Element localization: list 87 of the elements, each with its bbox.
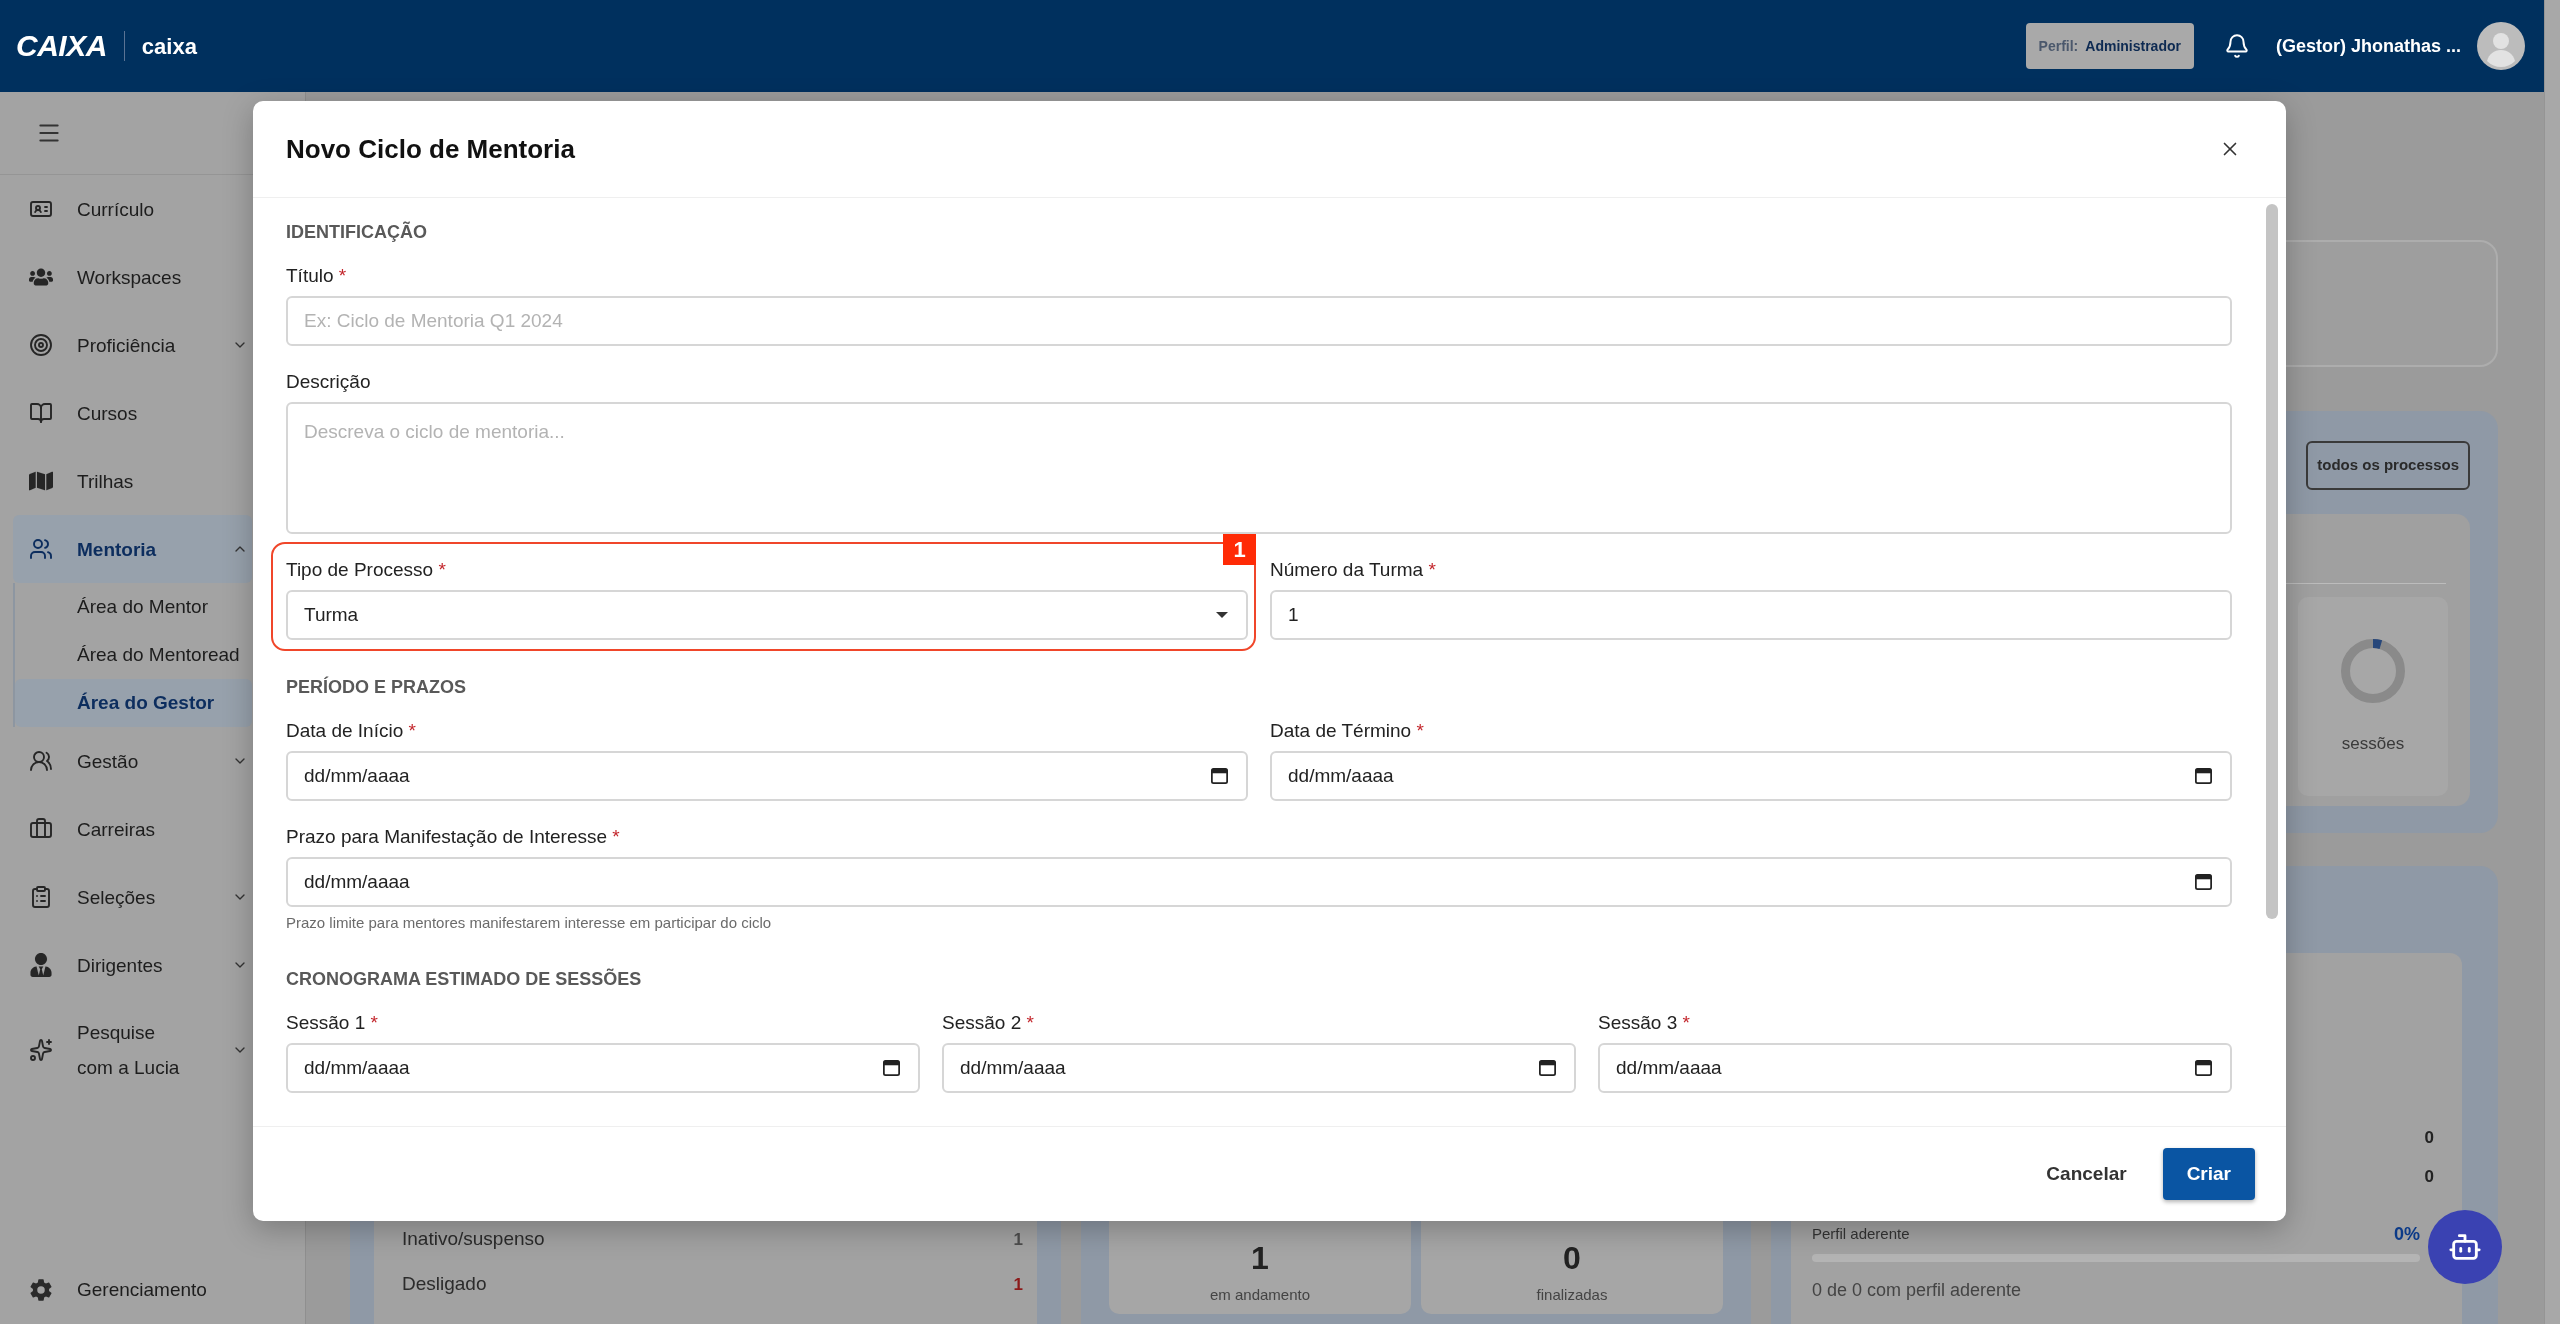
sidebar-item[interactable]: Workspaces xyxy=(13,243,252,311)
cycle-count-label: finalizadas xyxy=(1536,1284,1608,1305)
match-percent: 0% xyxy=(2394,1222,2420,1246)
field-label: Número da Turma * xyxy=(1270,558,1437,582)
users-icon xyxy=(29,537,53,561)
open-book-icon xyxy=(29,401,53,425)
text-area[interactable]: Descreva o ciclo de mentoria... xyxy=(286,402,2232,534)
cancel-button[interactable]: Cancelar xyxy=(2030,1148,2143,1200)
calendar-icon[interactable] xyxy=(2195,768,2212,784)
field-label: Sessão 2 * xyxy=(942,1011,1035,1035)
date-field[interactable]: dd/mm/aaaa xyxy=(1598,1043,2232,1093)
match-label: Perfil aderente xyxy=(1812,1223,1910,1244)
sidebar-item[interactable]: Mentoria xyxy=(13,515,252,583)
date-field[interactable]: dd/mm/aaaa xyxy=(1270,751,2232,801)
field-label: Data de Término * xyxy=(1270,719,1425,743)
annotation-number: 1 xyxy=(1223,534,1256,565)
app-name: caixa xyxy=(141,32,197,61)
match-caption: 0 de 0 com perfil aderente xyxy=(1812,1279,2023,1302)
date-field[interactable]: dd/mm/aaaa xyxy=(286,1043,920,1093)
section-heading: IDENTIFICAÇÃO xyxy=(286,220,428,244)
sidebar-item[interactable]: Pesquise com a Lucia xyxy=(13,999,252,1101)
user-name[interactable]: (Gestor) Jhonathas ... xyxy=(2275,32,2461,60)
scrollbar-track[interactable] xyxy=(2544,0,2560,1324)
sidebar-item[interactable]: Gestão xyxy=(13,727,252,795)
field-label: Data de Início * xyxy=(286,719,417,743)
calendar-icon[interactable] xyxy=(883,1060,900,1076)
cycle-count: 0 xyxy=(1563,1238,1581,1278)
dialog-title: Novo Ciclo de Mentoria xyxy=(286,132,575,166)
profile-value: Administrador xyxy=(2085,36,2181,56)
sidebar-item[interactable]: Área do Mentor xyxy=(15,583,252,631)
sidebar-item[interactable]: Trilhas xyxy=(13,447,252,515)
summary-value: 0 xyxy=(2424,1126,2434,1149)
notification-icon[interactable] xyxy=(2223,33,2250,59)
create-button[interactable]: Criar xyxy=(2162,1148,2255,1200)
text-field[interactable]: 1 xyxy=(1270,590,2232,640)
field-hint: Prazo limite para mentores manifestarem interesse em participar do ciclo xyxy=(286,914,773,932)
cycle-count-label: em andamento xyxy=(1209,1284,1311,1305)
calendar-icon[interactable] xyxy=(2195,874,2212,890)
donut-chart xyxy=(2341,639,2405,703)
sidebar-item[interactable]: Proficiência xyxy=(13,311,252,379)
map-icon xyxy=(29,469,53,493)
field-label: Sessão 3 * xyxy=(1598,1011,1691,1035)
users-icon xyxy=(29,749,53,773)
briefcase-icon xyxy=(29,817,53,841)
sidebar-item[interactable]: Área do Gestor xyxy=(15,679,252,727)
people-group-icon xyxy=(29,265,53,289)
status-count: 1 xyxy=(1013,1228,1023,1251)
field-label: Prazo para Manifestação de Interesse * xyxy=(286,825,621,849)
status-count: 1 xyxy=(1013,1273,1023,1296)
select-field[interactable]: Turma xyxy=(286,590,1248,640)
calendar-icon[interactable] xyxy=(2195,1060,2212,1076)
sidebar-item[interactable]: Dirigentes xyxy=(13,931,252,999)
text-field[interactable]: Ex: Ciclo de Mentoria Q1 2024 xyxy=(286,296,2232,346)
section-heading: CRONOGRAMA ESTIMADO DE SESSÕES xyxy=(286,967,643,991)
date-field[interactable]: dd/mm/aaaa xyxy=(942,1043,1576,1093)
cycle-count: 1 xyxy=(1251,1238,1269,1278)
settings-icon xyxy=(29,1278,53,1302)
profile-label: Perfil: xyxy=(2038,36,2079,56)
calendar-icon[interactable] xyxy=(1539,1060,1556,1076)
section-heading: PERÍODO E PRAZOS xyxy=(286,675,468,699)
sidebar-item[interactable]: Gerenciamento xyxy=(29,1275,207,1305)
sidebar-item[interactable]: Carreiras xyxy=(13,795,252,863)
avatar-icon[interactable] xyxy=(2477,22,2525,70)
field-label: Tipo de Processo * xyxy=(286,558,447,582)
sparkles-icon xyxy=(29,1038,53,1062)
field-label: Descrição xyxy=(286,370,372,394)
scrollbar[interactable] xyxy=(2266,204,2278,919)
profile-chip[interactable]: Perfil: Administrador xyxy=(2025,23,2194,69)
date-field[interactable]: dd/mm/aaaa xyxy=(286,751,1248,801)
calendar-icon[interactable] xyxy=(1211,768,1228,784)
view-all-button[interactable]: todos os processos xyxy=(2306,441,2470,490)
date-field[interactable]: dd/mm/aaaa xyxy=(286,857,2232,907)
logo[interactable]: CAIXA xyxy=(16,31,107,61)
target-icon xyxy=(29,333,53,357)
sidebar-item[interactable]: Seleções xyxy=(13,863,252,931)
field-label: Sessão 1 * xyxy=(286,1011,379,1035)
clipboard-icon xyxy=(29,885,53,909)
sidebar-item[interactable]: Currículo xyxy=(13,175,252,243)
sidebar-item[interactable]: Área do Mentoread xyxy=(15,631,252,679)
summary-value: 0 xyxy=(2424,1165,2434,1188)
person-tie-icon xyxy=(29,953,53,977)
field-label: Título * xyxy=(286,264,348,288)
caret-icon xyxy=(1216,612,1228,618)
status-label: Desligado xyxy=(402,1272,487,1297)
chart-caption: sessões xyxy=(2341,733,2405,755)
sidebar-item[interactable]: Cursos xyxy=(13,379,252,447)
status-label: Inativo/suspenso xyxy=(402,1227,545,1252)
